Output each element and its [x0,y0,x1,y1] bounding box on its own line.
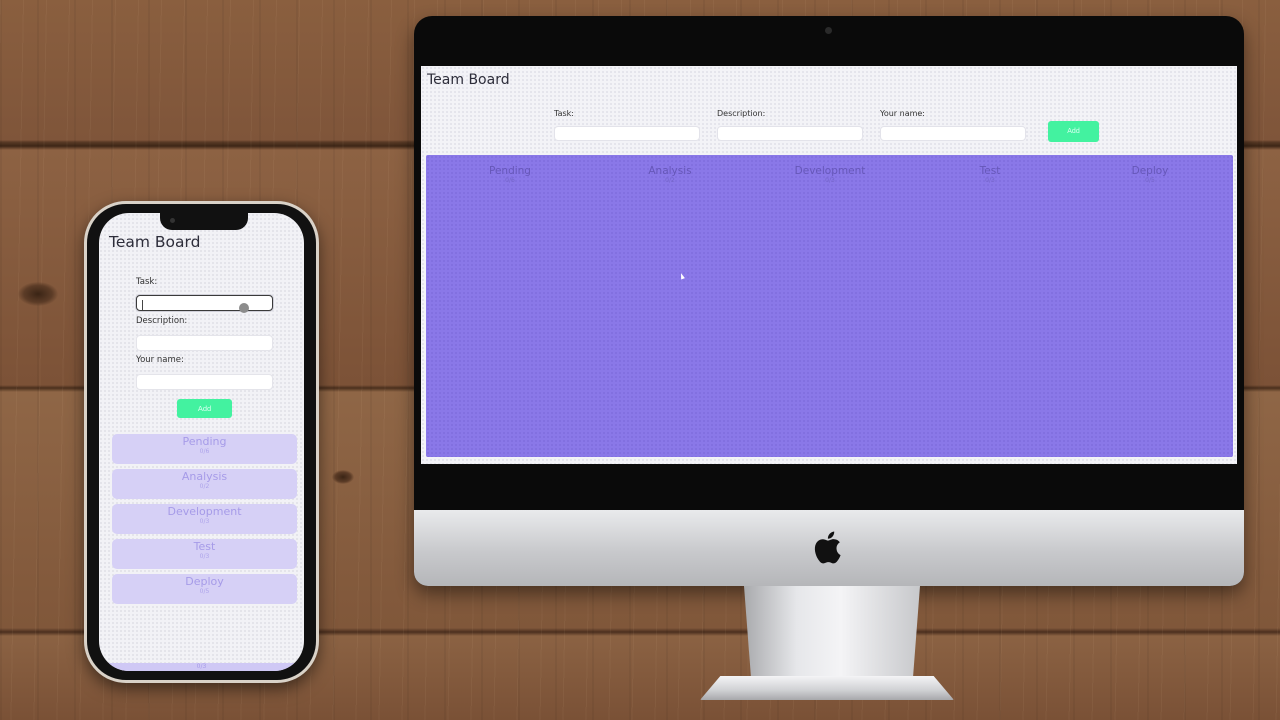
touch-indicator-icon [239,303,249,313]
add-button[interactable]: Add [1048,121,1099,142]
column-count: 0/6 [199,448,210,455]
mobile-screen: Team Board Task: Description: Your name:… [99,213,304,671]
column-pending[interactable]: Pending 0/6 [112,434,297,464]
description-input[interactable] [717,126,863,141]
column-count: 0/2 [665,177,675,184]
column-test[interactable]: Test 0/3 [112,539,297,569]
column-name: Test [979,165,1001,177]
phone-notch [160,213,248,230]
add-button[interactable]: Add [177,399,232,418]
column-development[interactable]: Development 0/3 [770,165,890,184]
page-title: Team Board [109,233,201,251]
text-caret [142,300,143,310]
column-name: Development [167,505,242,518]
task-form: Task: Description: Your name: [554,109,1114,143]
column-deploy[interactable]: Deploy 0/5 [112,574,297,604]
mobile-phone: Team Board Task: Description: Your name:… [84,201,319,683]
column-name: Pending [489,165,531,177]
column-count: 0/6 [505,177,515,184]
column-test[interactable]: Test 0/3 [930,165,1050,184]
column-count: 0/3 [199,553,210,560]
wood-knot [18,282,58,306]
task-field: Task: [554,109,702,141]
mobile-footer-count: 0/3 [109,663,294,671]
column-count: 0/3 [199,518,210,525]
column-name: Development [794,165,866,177]
task-label: Task: [136,277,158,287]
wood-knot [332,470,354,484]
monitor-chin [414,510,1244,586]
column-count: 0/5 [1145,177,1155,184]
column-analysis[interactable]: Analysis 0/2 [610,165,730,184]
kanban-board: Pending 0/6 Analysis 0/2 Development 0/3… [426,155,1233,457]
column-count: 0/2 [199,483,210,490]
webcam-icon [825,27,832,34]
description-input[interactable] [136,335,273,351]
desktop-monitor: Team Board Task: Description: Your name:… [414,16,1244,586]
desktop-screen: Team Board Task: Description: Your name:… [421,66,1237,464]
name-input[interactable] [136,374,273,390]
column-name: Pending [182,435,227,448]
column-name: Deploy [185,575,224,588]
apple-logo-icon [814,531,841,564]
name-label: Your name: [880,109,926,118]
column-pending[interactable]: Pending 0/6 [450,165,570,184]
column-count: 0/3 [985,177,995,184]
monitor-stand-base [700,676,954,700]
description-label: Description: [136,316,188,326]
name-label: Your name: [136,355,184,365]
column-analysis[interactable]: Analysis 0/2 [112,469,297,499]
column-development[interactable]: Development 0/3 [112,504,297,534]
monitor-stand [744,586,920,678]
name-field: Your name: [880,109,1028,141]
column-name: Analysis [648,165,692,177]
name-input[interactable] [880,126,1026,141]
front-camera-icon [170,218,175,223]
column-count: 0/3 [825,177,835,184]
column-count: 0/5 [199,588,210,595]
description-label: Description: [717,109,766,118]
column-name: Analysis [181,470,228,483]
column-deploy[interactable]: Deploy 0/5 [1090,165,1210,184]
task-label: Task: [554,109,574,118]
task-input[interactable] [554,126,700,141]
page-title: Team Board [427,72,510,88]
column-name: Deploy [1131,165,1169,177]
column-name: Test [193,540,216,553]
mouse-cursor-icon [679,272,685,280]
description-field: Description: [717,109,865,141]
task-input[interactable] [136,295,273,311]
